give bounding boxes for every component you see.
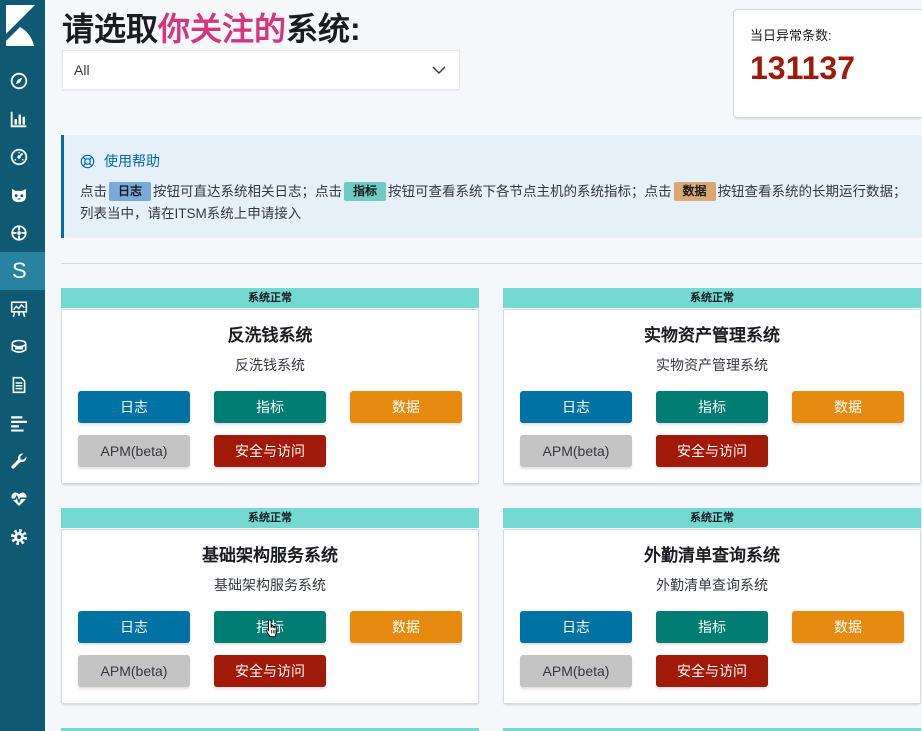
system-name: 反洗钱系统	[227, 326, 313, 345]
sidebar-item-visualize[interactable]	[0, 100, 45, 138]
system-card-body: 反洗钱系统 反洗钱系统 日志 指标 数据 APM(beta) 安全与访问	[61, 309, 479, 484]
infrastructure-icon	[10, 301, 28, 318]
system-card-body: 外勤清单查询系统 外勤清单查询系统 日志 指标 数据 APM(beta) 安全与…	[503, 529, 921, 704]
system-card: 系统正常 实物资产管理系统 实物资产管理系统 日志 指标 数据 APM(beta…	[503, 288, 921, 484]
logs-button[interactable]: 日志	[78, 391, 190, 423]
dashboard-gauge-icon	[10, 148, 28, 166]
sidebar: S	[0, 0, 45, 731]
sidebar-item-dev-tools[interactable]	[0, 442, 45, 480]
system-card: 系统正常 外勤清单查询系统 外勤清单查询系统 日志 指标 数据 APM(beta…	[503, 508, 921, 704]
system-description: 反洗钱系统	[235, 357, 305, 373]
help-text: 按钮查看系统的长期运行数据；	[717, 184, 907, 199]
metrics-button[interactable]: 指标	[656, 391, 768, 423]
system-description: 基础架构服务系统	[214, 577, 326, 593]
lifebuoy-icon	[80, 154, 95, 168]
system-card-body: 基础架构服务系统 基础架构服务系统 日志 指标 数据 APM(beta) 安全与…	[61, 529, 479, 704]
sidebar-item-document[interactable]	[0, 366, 45, 404]
page-title-suffix: 系统:	[286, 11, 361, 47]
system-card: 系统正常 基础架构服务系统 基础架构服务系统 日志 指标 数据 APM(beta…	[61, 508, 479, 704]
apm-button[interactable]: APM(beta)	[520, 655, 632, 687]
anomaly-count-label: 当日异常条数:	[750, 28, 832, 43]
sidebar-item-apm[interactable]	[0, 404, 45, 442]
security-access-button[interactable]: 安全与访问	[656, 435, 768, 467]
anomaly-count-value: 131137	[750, 50, 856, 86]
kibana-logo-icon[interactable]	[0, 0, 45, 48]
gear-icon	[11, 529, 27, 545]
page-title: 请选取你关注的系统:	[62, 8, 361, 50]
logs-badge: 日志	[109, 182, 152, 201]
data-button[interactable]: 数据	[792, 391, 904, 423]
data-button[interactable]: 数据	[350, 391, 462, 423]
help-text-line-1: 点击 日志 按钮可直达系统相关日志；点击 指标 按钮可查看系统下各节点主机的系统指标；点…	[80, 181, 907, 203]
status-badge: 系统正常	[503, 288, 921, 308]
system-card-body: 实物资产管理系统 实物资产管理系统 日志 指标 数据 APM(beta) 安全与…	[503, 309, 921, 484]
sidebar-item-discover[interactable]	[0, 62, 45, 100]
logs-button[interactable]: 日志	[78, 611, 190, 643]
system-name: 实物资产管理系统	[644, 326, 780, 345]
sidebar-item-management[interactable]	[0, 518, 45, 556]
status-badge: 系统正常	[61, 288, 479, 308]
anomaly-count-panel: 当日异常条数: 131137	[733, 9, 922, 118]
apm-button[interactable]: APM(beta)	[520, 435, 632, 467]
system-name: 基础架构服务系统	[202, 546, 338, 565]
system-card: 系统正常 反洗钱系统 反洗钱系统 日志 指标 数据 APM(beta) 安全与访…	[61, 288, 479, 484]
metrics-badge: 指标	[344, 182, 387, 201]
sidebar-item-logs[interactable]	[0, 328, 45, 366]
help-text: 点击	[80, 184, 107, 199]
page-title-prefix: 请选取	[62, 11, 159, 47]
security-access-button[interactable]: 安全与访问	[214, 655, 326, 687]
apm-button[interactable]: APM(beta)	[78, 655, 190, 687]
system-select-value: All	[74, 62, 90, 78]
machine-learning-icon	[11, 225, 27, 241]
apm-icon	[11, 416, 27, 432]
data-badge: 数据	[673, 182, 716, 201]
help-text-line-2: 列表当中，请在ITSM系统上申请接入	[80, 206, 302, 221]
section-divider	[61, 263, 922, 264]
sidebar-item-s-label: S	[12, 258, 27, 283]
sidebar-item-dashboard[interactable]	[0, 138, 45, 176]
system-select[interactable]: All	[62, 50, 460, 90]
security-access-button[interactable]: 安全与访问	[214, 435, 326, 467]
compass-icon	[10, 72, 28, 90]
sidebar-item-infrastructure[interactable]	[0, 290, 45, 328]
help-text: 按钮可查看系统下各节点主机的系统指标；点击	[388, 184, 672, 199]
logs-icon	[11, 339, 27, 353]
page-title-highlight: 你关注的	[158, 11, 287, 47]
help-callout-title: 使用帮助	[80, 151, 160, 171]
chevron-down-icon	[432, 66, 446, 74]
apm-button[interactable]: APM(beta)	[78, 435, 190, 467]
data-button[interactable]: 数据	[350, 611, 462, 643]
metrics-button[interactable]: 指标	[214, 611, 326, 643]
metrics-button[interactable]: 指标	[214, 391, 326, 423]
help-callout: 使用帮助 点击 日志 按钮可直达系统相关日志；点击 指标 按钮可查看系统下各节点主机的系…	[61, 135, 922, 238]
wrench-icon	[11, 453, 27, 469]
sidebar-item-machine-learning[interactable]	[0, 214, 45, 252]
status-badge: 系统正常	[61, 508, 479, 528]
sidebar-item-s[interactable]: S	[0, 252, 45, 290]
help-title-text: 使用帮助	[104, 153, 160, 169]
sidebar-item-timelion[interactable]	[0, 176, 45, 214]
document-icon	[12, 376, 26, 394]
heartbeat-icon	[11, 492, 27, 506]
security-access-button[interactable]: 安全与访问	[656, 655, 768, 687]
status-badge: 系统正常	[503, 508, 921, 528]
system-description: 外勤清单查询系统	[656, 577, 768, 593]
logs-button[interactable]: 日志	[520, 611, 632, 643]
system-name: 外勤清单查询系统	[644, 546, 780, 565]
timelion-icon	[12, 188, 26, 203]
bar-chart-icon	[10, 111, 27, 128]
metrics-button[interactable]: 指标	[656, 611, 768, 643]
data-button[interactable]: 数据	[792, 611, 904, 643]
sidebar-item-monitoring[interactable]	[0, 480, 45, 518]
logs-button[interactable]: 日志	[520, 391, 632, 423]
system-description: 实物资产管理系统	[656, 357, 768, 373]
help-text: 按钮可直达系统相关日志；点击	[153, 184, 343, 199]
